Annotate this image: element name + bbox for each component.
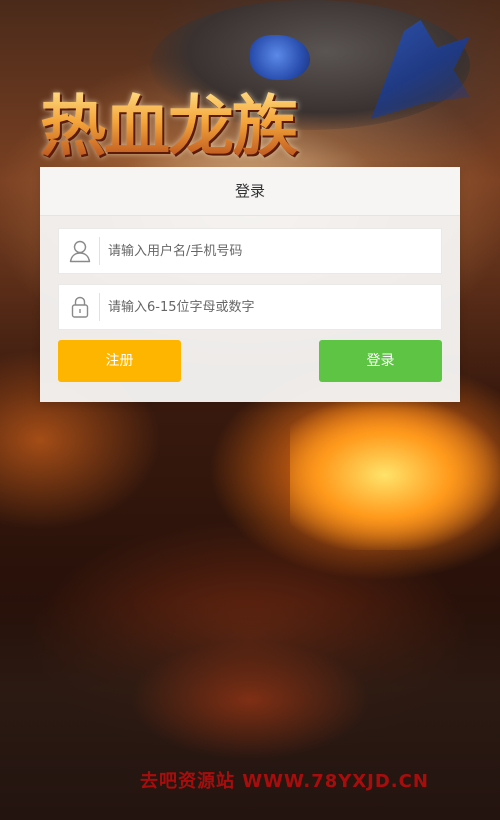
field-divider: [99, 293, 100, 321]
username-input[interactable]: [108, 229, 428, 273]
register-button[interactable]: 注册: [58, 340, 181, 382]
login-panel: 登录 注册 登录: [40, 167, 460, 402]
ember-background: [130, 640, 370, 760]
flame-background: [290, 400, 500, 550]
username-field[interactable]: [58, 228, 442, 274]
lock-icon: [67, 294, 93, 320]
login-button[interactable]: 登录: [319, 340, 442, 382]
game-title-logo: 热血龙族: [40, 86, 370, 166]
password-field[interactable]: [58, 284, 442, 330]
user-icon: [67, 238, 93, 264]
login-screen: 热血龙族 登录 注册: [0, 0, 500, 820]
site-watermark: 去吧资源站 WWW.78YXJD.CN: [140, 771, 429, 792]
password-input[interactable]: [108, 285, 428, 329]
panel-header-title: 登录: [40, 167, 460, 216]
dragon-head-background: [250, 35, 310, 80]
field-divider: [99, 237, 100, 265]
